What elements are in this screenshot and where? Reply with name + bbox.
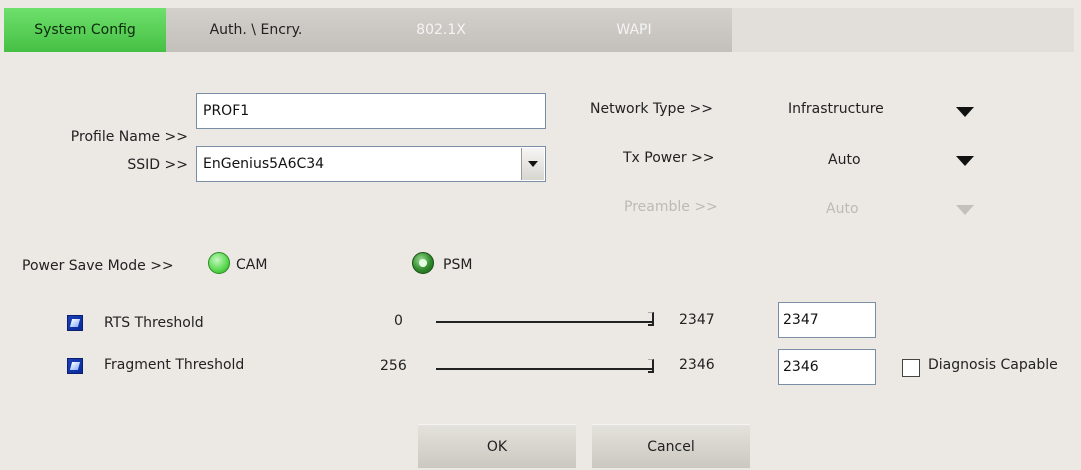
fragment-threshold-input[interactable]: 2346 — [778, 349, 876, 385]
ssid-label: SSID >> — [127, 157, 188, 173]
preamble-label: Preamble >> — [624, 199, 718, 215]
diagnosis-capable-label: Diagnosis Capable — [928, 357, 1058, 373]
profile-name-label: Profile Name >> — [70, 129, 188, 145]
tx-power-dropdown-icon[interactable] — [956, 156, 974, 166]
config-panel: System Config Auth. \ Encry. 802.1X WAPI… — [0, 0, 1081, 470]
network-type-label: Network Type >> — [590, 101, 713, 117]
power-save-mode-label: Power Save Mode >> — [22, 258, 174, 274]
fragment-max-label: 2346 — [679, 357, 715, 373]
cancel-button[interactable]: Cancel — [592, 424, 750, 468]
ssid-value: EnGenius5A6C34 — [203, 156, 325, 172]
rts-slider-thumb[interactable] — [648, 312, 654, 326]
fragment-threshold-checkbox[interactable] — [67, 358, 83, 374]
tab-auth-encry[interactable]: Auth. \ Encry. — [166, 8, 346, 52]
fragment-slider-thumb[interactable] — [648, 359, 654, 373]
tab-system-config[interactable]: System Config — [4, 8, 166, 52]
preamble-value: Auto — [826, 201, 859, 217]
chevron-down-icon — [528, 161, 538, 167]
rts-min-label: 0 — [394, 313, 403, 329]
profile-name-input[interactable]: PROF1 — [196, 93, 546, 129]
tx-power-value[interactable]: Auto — [828, 152, 861, 168]
rts-threshold-input[interactable]: 2347 — [778, 302, 876, 338]
tab-wapi[interactable]: WAPI — [536, 8, 732, 52]
fragment-threshold-label: Fragment Threshold — [104, 357, 245, 373]
diagnosis-capable-checkbox[interactable] — [902, 359, 920, 377]
rts-max-label: 2347 — [679, 312, 715, 328]
rts-threshold-checkbox[interactable] — [67, 315, 83, 331]
tab-802-1x[interactable]: 802.1X — [346, 8, 536, 52]
cam-radio-label: CAM — [236, 257, 268, 273]
rts-slider-track[interactable] — [436, 321, 654, 323]
ok-button[interactable]: OK — [418, 424, 576, 468]
network-type-dropdown-icon[interactable] — [956, 107, 974, 117]
psm-radio[interactable] — [412, 252, 434, 274]
ssid-dropdown-button[interactable] — [521, 148, 544, 180]
preamble-dropdown-icon — [956, 205, 974, 215]
ssid-combobox[interactable]: EnGenius5A6C34 — [196, 146, 546, 182]
fragment-slider-track[interactable] — [436, 368, 654, 370]
rts-threshold-label: RTS Threshold — [104, 315, 204, 331]
psm-radio-label: PSM — [443, 257, 473, 273]
network-type-value[interactable]: Infrastructure — [788, 101, 884, 117]
cam-radio[interactable] — [208, 252, 230, 274]
fragment-min-label: 256 — [380, 358, 407, 374]
tx-power-label: Tx Power >> — [623, 150, 715, 166]
